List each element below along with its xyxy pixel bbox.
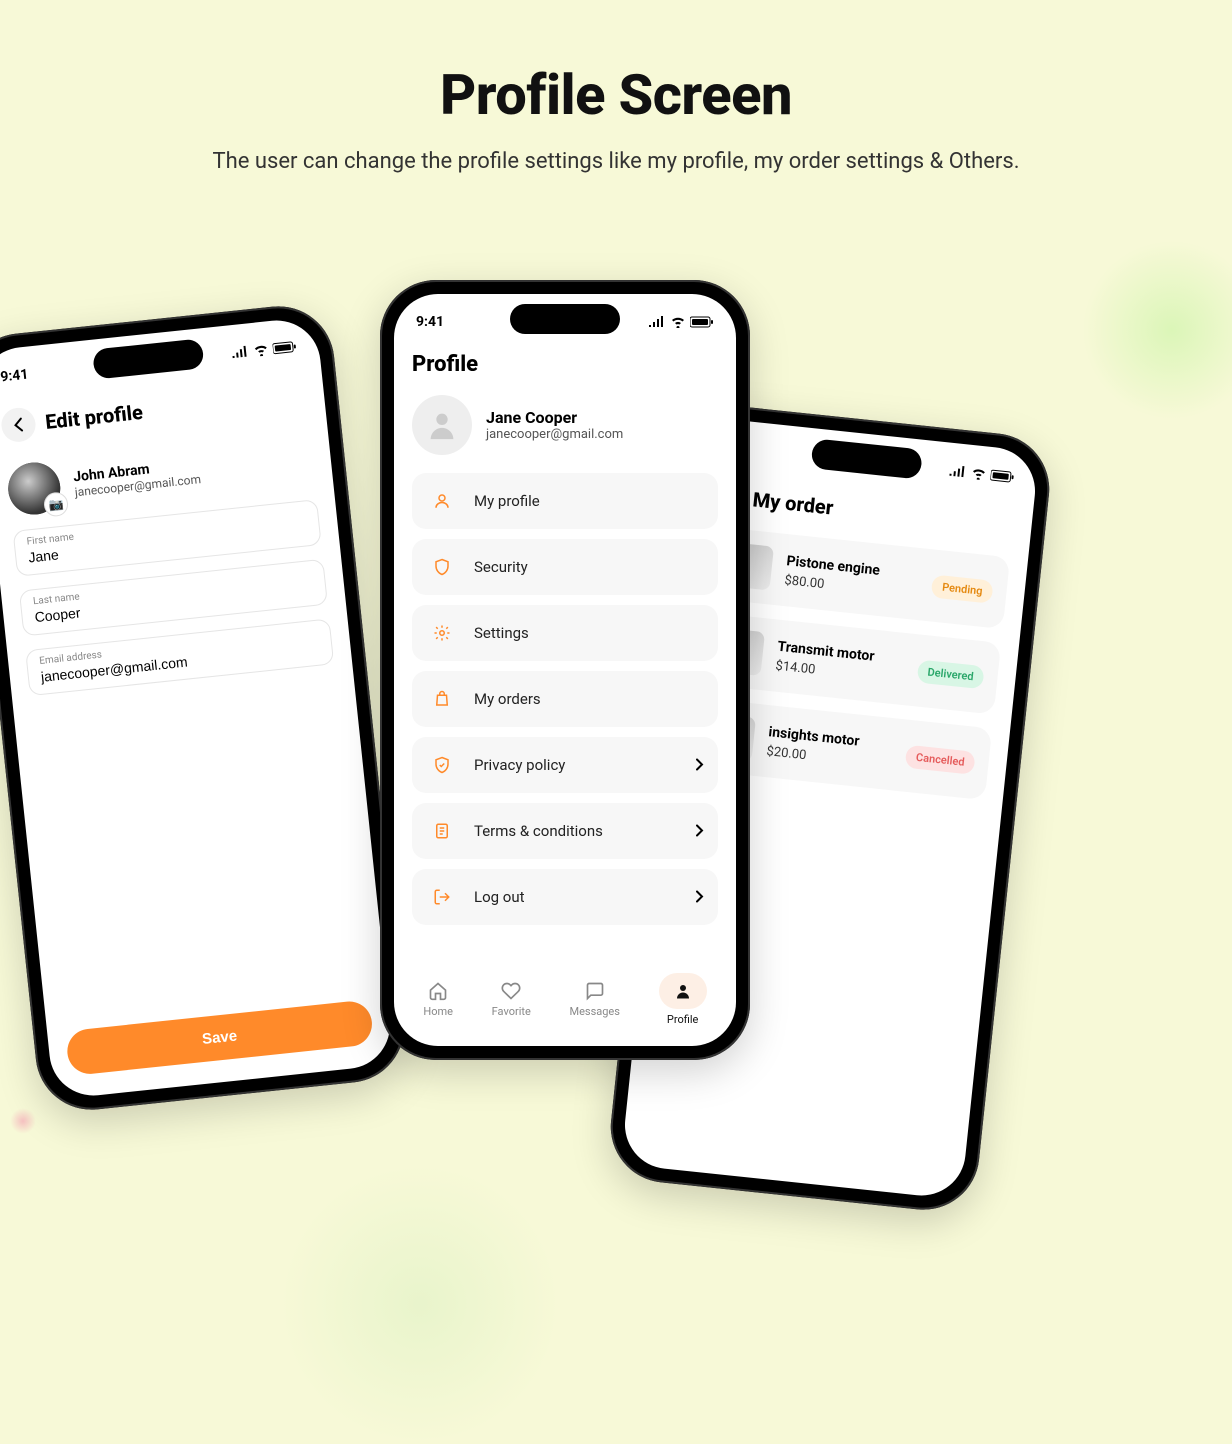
- screen-title: Profile: [412, 352, 718, 377]
- user-icon: [428, 487, 456, 515]
- user-icon: [674, 982, 692, 1000]
- menu-label: Log out: [474, 888, 525, 906]
- status-badge: Cancelled: [905, 744, 976, 774]
- menu-label: My orders: [474, 690, 541, 708]
- home-icon: [428, 981, 448, 1001]
- menu-item-privacy[interactable]: Privacy policy: [412, 737, 718, 793]
- screen-title: Edit profile: [44, 400, 144, 434]
- logout-icon: [428, 883, 456, 911]
- status-icons: [648, 316, 714, 328]
- chevron-right-icon: [696, 888, 704, 907]
- nav-label: Messages: [569, 1005, 619, 1018]
- save-button[interactable]: Save: [65, 999, 374, 1076]
- menu-label: Terms & conditions: [474, 822, 603, 840]
- decorative-blob: [10, 1108, 36, 1134]
- menu-label: Privacy policy: [474, 756, 565, 774]
- menu-item-my-orders[interactable]: My orders: [412, 671, 718, 727]
- nav-home[interactable]: Home: [423, 981, 453, 1018]
- nav-label: Profile: [667, 1013, 698, 1026]
- back-button[interactable]: [0, 406, 37, 443]
- menu-item-my-profile[interactable]: My profile: [412, 473, 718, 529]
- nav-label: Home: [423, 1005, 453, 1018]
- nav-profile[interactable]: Profile: [659, 973, 707, 1026]
- page-subtitle: The user can change the profile settings…: [0, 144, 1232, 179]
- chevron-right-icon: [696, 822, 704, 841]
- status-icons: [948, 465, 1015, 484]
- nav-messages[interactable]: Messages: [569, 981, 619, 1018]
- menu-label: Security: [474, 558, 528, 576]
- message-icon: [585, 981, 605, 1001]
- chevron-right-icon: [696, 756, 704, 775]
- heart-icon: [501, 981, 521, 1001]
- gear-icon: [428, 619, 456, 647]
- phone-edit-profile: 9:41 Edit profile 📷 John Abram j: [0, 301, 410, 1115]
- menu-label: My profile: [474, 492, 540, 510]
- status-badge: Pending: [931, 574, 994, 603]
- status-time: 9:41: [416, 314, 444, 330]
- shield-icon: [428, 553, 456, 581]
- menu-item-security[interactable]: Security: [412, 539, 718, 595]
- avatar[interactable]: [412, 395, 472, 455]
- avatar[interactable]: 📷: [6, 460, 63, 517]
- dynamic-island: [510, 304, 620, 334]
- chevron-left-icon: [13, 417, 24, 432]
- shield-check-icon: [428, 751, 456, 779]
- user-placeholder-icon: [425, 408, 459, 442]
- menu-item-terms[interactable]: Terms & conditions: [412, 803, 718, 859]
- screen-title: My order: [752, 487, 835, 519]
- status-time: 9:41: [0, 367, 29, 386]
- nav-label: Favorite: [492, 1005, 531, 1018]
- nav-favorite[interactable]: Favorite: [492, 981, 531, 1018]
- status-badge: Delivered: [917, 659, 985, 689]
- decorative-blob: [280, 1164, 560, 1444]
- phone-profile: 9:41 Profile Jane Cooper janecooper@gmai…: [380, 280, 750, 1060]
- status-icons: [231, 340, 298, 359]
- page-title: Profile Screen: [0, 62, 1232, 128]
- user-name: Jane Cooper: [486, 408, 623, 427]
- decorative-blob: [1082, 240, 1232, 420]
- menu-item-logout[interactable]: Log out: [412, 869, 718, 925]
- doc-icon: [428, 817, 456, 845]
- camera-icon[interactable]: 📷: [43, 491, 69, 517]
- menu-label: Settings: [474, 624, 529, 642]
- user-email: janecooper@gmail.com: [486, 427, 623, 442]
- menu-item-settings[interactable]: Settings: [412, 605, 718, 661]
- bag-icon: [428, 685, 456, 713]
- bottom-nav: Home Favorite Messages Profile: [394, 965, 736, 1046]
